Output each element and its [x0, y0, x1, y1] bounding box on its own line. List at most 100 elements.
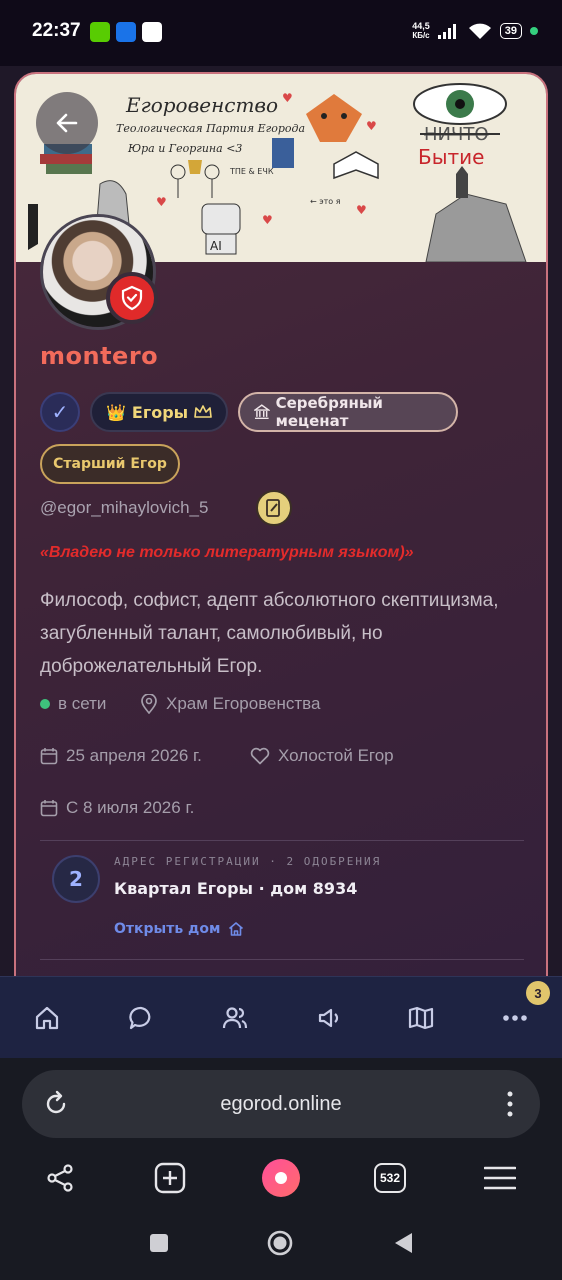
location-label: Храм Егоровенства [166, 694, 321, 713]
profile-username: montero [40, 342, 159, 370]
browser-menu-button[interactable] [506, 1090, 514, 1122]
duolingo-app-icon [90, 22, 110, 42]
relationship: Холостой Егор [250, 746, 394, 766]
profile-card: Егоровенство Теологическая Партия Егород… [14, 72, 548, 976]
registration-block: 2 АДРЕС РЕГИСТРАЦИИ · 2 ОДОБРЕНИЯ Кварта… [40, 840, 524, 960]
egory-badge-label: Егоры [131, 402, 189, 422]
note-edit-icon [266, 499, 280, 517]
bottom-nav: 3 [0, 976, 562, 1058]
privacy-dot [530, 27, 538, 35]
silver-patron-badge[interactable]: Серебряный меценат [238, 392, 458, 432]
location-pin-icon [141, 694, 157, 714]
svg-text:♥: ♥ [366, 119, 377, 133]
joined-date: С 8 июля 2026 г. [40, 798, 194, 818]
heart-icon [250, 747, 270, 765]
egory-badge[interactable]: 👑 Егоры [90, 392, 228, 432]
moderator-badge[interactable] [106, 272, 158, 324]
back-system-button[interactable] [388, 1228, 418, 1258]
new-tab-button[interactable] [150, 1158, 190, 1198]
online-status-label: в сети [58, 694, 107, 713]
alice-icon [262, 1159, 300, 1197]
birthday: 25 апреля 2026 г. [40, 746, 202, 766]
svg-text:♥: ♥ [282, 91, 293, 105]
house-icon [229, 922, 244, 936]
calendar-icon [40, 800, 58, 817]
profile-handle: @egor_mihaylovich_5 [40, 498, 209, 517]
alice-assistant-button[interactable] [261, 1158, 301, 1198]
megaphone-icon [318, 1008, 339, 1028]
nav-friends[interactable] [218, 1001, 252, 1035]
calendar-icon [40, 748, 58, 765]
yandex-app-icon [142, 22, 162, 42]
back-button[interactable] [36, 92, 98, 154]
birthday-label: 25 апреля 2026 г. [66, 746, 202, 765]
hamburger-menu-button[interactable] [480, 1158, 520, 1198]
banner-tpe: ТПЕ & ЕЧК [229, 167, 274, 176]
nav-more[interactable] [498, 1001, 532, 1035]
joined-label: С 8 июля 2026 г. [66, 798, 195, 817]
banner-this-is-me: ← это я [310, 197, 341, 206]
profile-quote: «Владею не только литературным языком)» [40, 544, 414, 561]
nav-announcements[interactable] [312, 1001, 346, 1035]
silver-patron-label: Серебряный меценат [275, 394, 383, 430]
plus-square-icon [154, 1162, 186, 1194]
online-status: в сети [40, 694, 106, 714]
tab-count: 532 [374, 1163, 406, 1193]
profile-page: Егоровенство Теологическая Партия Егород… [0, 66, 562, 976]
status-indicators: 44,5 КБ/с 39 [412, 22, 538, 40]
location: Храм Егоровенства [140, 694, 320, 714]
svg-text:♥: ♥ [262, 213, 273, 227]
verified-badge[interactable]: ✓ [40, 392, 80, 432]
home-system-button[interactable] [265, 1228, 295, 1258]
banner-subtitle: Теологическая Партия Егорода [116, 122, 305, 135]
hamburger-icon [484, 1166, 516, 1190]
banner-line3: Юра и Георгина <3 [127, 142, 242, 155]
checkmark-icon: ✓ [51, 400, 69, 424]
registration-number: 2 [52, 855, 100, 903]
map-icon [408, 1006, 434, 1030]
banner-title: Егоровенство [125, 93, 278, 117]
more-notification-badge: 3 [526, 981, 550, 1005]
book-illustration [272, 138, 294, 168]
url-text[interactable]: egorod.online [22, 1093, 540, 1116]
fox-illustration [306, 94, 362, 142]
crown-emoji-icon: 👑 [106, 402, 126, 422]
chat-bubble-icon [129, 1006, 151, 1030]
status-time: 22:37 [32, 20, 81, 41]
triangle-back-icon [395, 1233, 412, 1253]
more-dots-icon [503, 1015, 527, 1021]
browser-chrome: egorod.online 532 [0, 1058, 562, 1280]
reload-button[interactable] [42, 1090, 70, 1122]
open-house-link[interactable]: Открыть дом [114, 921, 244, 937]
registration-label: АДРЕС РЕГИСТРАЦИИ · 2 ОДОБРЕНИЯ [114, 855, 382, 868]
nav-home[interactable] [30, 1001, 64, 1035]
banner-being-text: Бытие [418, 145, 484, 169]
net-speed: 44,5 КБ/с [412, 21, 430, 41]
share-button[interactable] [40, 1158, 80, 1198]
recents-button[interactable] [144, 1228, 174, 1258]
square-icon [150, 1234, 168, 1252]
vertical-dots-icon [507, 1091, 513, 1117]
nav-chat[interactable] [124, 1001, 158, 1035]
robot-illustration [201, 203, 241, 235]
avito-app-icon [116, 22, 136, 42]
battery-indicator: 39 [499, 23, 522, 39]
address-bar[interactable]: egorod.online [22, 1070, 540, 1138]
home-icon [35, 1006, 59, 1030]
edit-note-button[interactable] [256, 490, 292, 526]
reload-icon [46, 1090, 66, 1114]
circle-home-icon [267, 1230, 293, 1256]
senior-egor-label: Старший Егор [53, 456, 167, 472]
svg-text:♥: ♥ [156, 195, 167, 209]
users-icon [222, 1007, 248, 1029]
arrow-left-icon [56, 113, 78, 133]
shield-check-icon [121, 285, 143, 311]
wifi-icon [468, 23, 491, 39]
senior-egor-badge[interactable]: Старший Егор [40, 444, 180, 484]
bank-icon [254, 404, 270, 420]
nav-map[interactable] [404, 1001, 438, 1035]
banner-ai-label: AI [210, 239, 222, 253]
tabs-button[interactable]: 532 [370, 1158, 410, 1198]
online-dot-icon [40, 699, 50, 709]
cliff-illustration [425, 193, 527, 262]
